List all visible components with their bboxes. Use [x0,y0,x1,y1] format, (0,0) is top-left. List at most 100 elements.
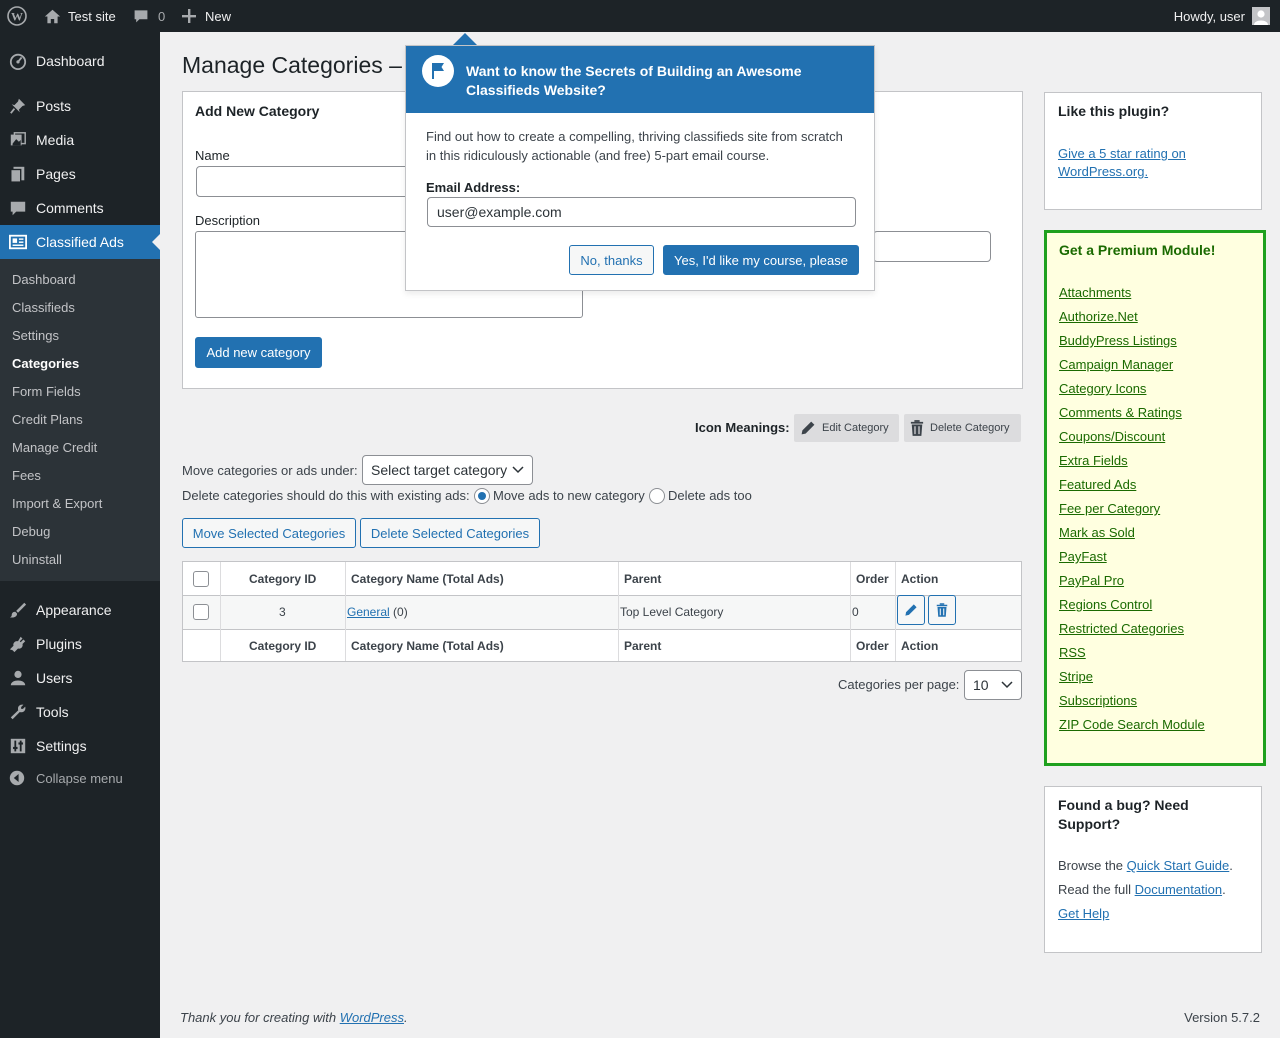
site-name: Test site [68,8,116,24]
delete-category-button[interactable] [928,595,956,625]
no-thanks-button[interactable]: No, thanks [569,245,654,275]
email-label: Email Address: [426,180,521,195]
target-category-select[interactable]: Select target category [362,455,533,485]
menu-appearance[interactable]: Appearance [0,593,160,627]
premium-link-authorize-net[interactable]: Authorize.Net [1059,309,1138,324]
submenu-import-export[interactable]: Import & Export [12,496,102,511]
menu-pages[interactable]: Pages [0,157,160,191]
menu-tools[interactable]: Tools [0,695,160,729]
read-line: Read the full Documentation. [1058,882,1226,897]
premium-link-mark-as-sold[interactable]: Mark as Sold [1059,525,1135,540]
add-category-button[interactable]: Add new category [195,337,322,368]
users-icon [9,669,27,687]
menu-dashboard[interactable]: Dashboard [0,44,160,78]
row-checkbox[interactable] [193,604,209,620]
email-input[interactable]: user@example.com [427,197,856,227]
radio-delete-ads[interactable] [649,488,665,504]
categories-table: Category ID Category Name (Total Ads) Pa… [182,561,1022,662]
premium-link-paypal-pro[interactable]: PayPal Pro [1059,573,1124,588]
premium-link-zip-code[interactable]: ZIP Code Search Module [1059,717,1205,732]
paintbrush-icon [9,601,27,619]
row-category-name: General (0) [347,605,408,619]
premium-modules-box: Get a Premium Module! Attachments Author… [1044,230,1266,766]
edit-category-button[interactable] [897,595,925,625]
menu-posts[interactable]: Posts [0,89,160,123]
menu-plugins[interactable]: Plugins [0,627,160,661]
submenu-settings[interactable]: Settings [12,328,59,343]
premium-link-subscriptions[interactable]: Subscriptions [1059,693,1137,708]
classified-ads-icon [9,233,27,251]
submenu-fees[interactable]: Fees [12,468,41,483]
wordpress-link[interactable]: WordPress [340,1010,404,1025]
popup-body: Find out how to create a compelling, thr… [426,129,843,163]
collapse-arrow-icon [9,770,27,788]
like-plugin-box: Like this plugin? Give a 5 star rating o… [1044,92,1262,210]
col-order: Order [856,572,889,586]
plugin-icon [9,635,27,653]
per-page-label: Categories per page: [838,677,960,692]
premium-link-coupons[interactable]: Coupons/Discount [1059,429,1165,444]
premium-link-category-icons[interactable]: Category Icons [1059,381,1146,396]
premium-link-regions-control[interactable]: Regions Control [1059,597,1152,612]
browse-line: Browse the Quick Start Guide. [1058,858,1233,873]
rating-link[interactable]: Give a 5 star rating on WordPress.org. [1058,145,1228,181]
category-name-link[interactable]: General [347,605,390,619]
collapse-menu-button[interactable]: Collapse menu [0,761,160,795]
premium-link-attachments[interactable]: Attachments [1059,285,1131,300]
submenu-dashboard[interactable]: Dashboard [12,272,76,287]
secondary-input[interactable] [873,231,991,262]
quick-start-link[interactable]: Quick Start Guide [1127,858,1230,873]
site-home-link[interactable]: Test site [44,0,116,32]
comment-icon [9,199,27,217]
wordpress-logo-icon[interactable]: W [7,0,27,32]
trash-icon [910,420,924,436]
row-category-id: 3 [279,605,286,619]
premium-link-restricted-categories[interactable]: Restricted Categories [1059,621,1184,636]
select-all-checkbox[interactable] [193,571,209,587]
submenu-credit-plans[interactable]: Credit Plans [12,412,83,427]
menu-classified-ads[interactable]: Classified Ads [0,225,160,259]
premium-link-rss[interactable]: RSS [1059,645,1086,660]
menu-settings[interactable]: Settings [0,729,160,763]
get-help-link[interactable]: Get Help [1058,906,1109,921]
delete-behaviour-label: Delete categories should do this with ex… [182,488,470,503]
account-menu[interactable]: Howdy, user [1174,0,1270,32]
media-icon [9,131,27,149]
radio-move-ads[interactable] [474,488,490,504]
footer-col-category-id: Category ID [249,639,317,653]
footer-col-action: Action [901,639,939,653]
move-selected-button[interactable]: Move Selected Categories [182,518,356,548]
premium-link-featured-ads[interactable]: Featured Ads [1059,477,1136,492]
footer-thanks: Thank you for creating with WordPress. [180,1010,408,1025]
delete-selected-button[interactable]: Delete Selected Categories [360,518,540,548]
submenu-form-fields[interactable]: Form Fields [12,384,81,399]
submenu-categories[interactable]: Categories [12,356,79,371]
submenu-debug[interactable]: Debug [12,524,50,539]
row-order: 0 [852,605,859,619]
menu-comments[interactable]: Comments [0,191,160,225]
footer-col-category-name: Category Name (Total Ads) [351,639,504,653]
premium-link-comments-ratings[interactable]: Comments & Ratings [1059,405,1182,420]
menu-media[interactable]: Media [0,123,160,157]
email-course-popup: Want to know the Secrets of Building an … [405,45,875,291]
per-page-select[interactable]: 10 [964,670,1022,700]
premium-link-campaign-manager[interactable]: Campaign Manager [1059,357,1173,372]
new-content-link[interactable]: New [182,0,231,32]
pages-icon [9,165,27,183]
yes-course-button[interactable]: Yes, I'd like my course, please [663,245,859,275]
documentation-link[interactable]: Documentation [1135,882,1222,897]
menu-users[interactable]: Users [0,661,160,695]
comments-link[interactable]: 0 [133,0,165,32]
wrench-icon [9,703,27,721]
premium-link-stripe[interactable]: Stripe [1059,669,1093,684]
like-plugin-title: Like this plugin? [1058,103,1170,119]
premium-link-extra-fields[interactable]: Extra Fields [1059,453,1128,468]
submenu-manage-credit[interactable]: Manage Credit [12,440,97,455]
submenu-classifieds[interactable]: Classifieds [12,300,75,315]
admin-bar: W Test site 0 New Howdy, user [0,0,1280,32]
submenu-uninstall[interactable]: Uninstall [12,552,62,567]
premium-link-fee-per-category[interactable]: Fee per Category [1059,501,1160,516]
radio-delete-ads-label: Delete ads too [668,488,752,503]
premium-link-payfast[interactable]: PayFast [1059,549,1107,564]
premium-link-buddypress[interactable]: BuddyPress Listings [1059,333,1177,348]
